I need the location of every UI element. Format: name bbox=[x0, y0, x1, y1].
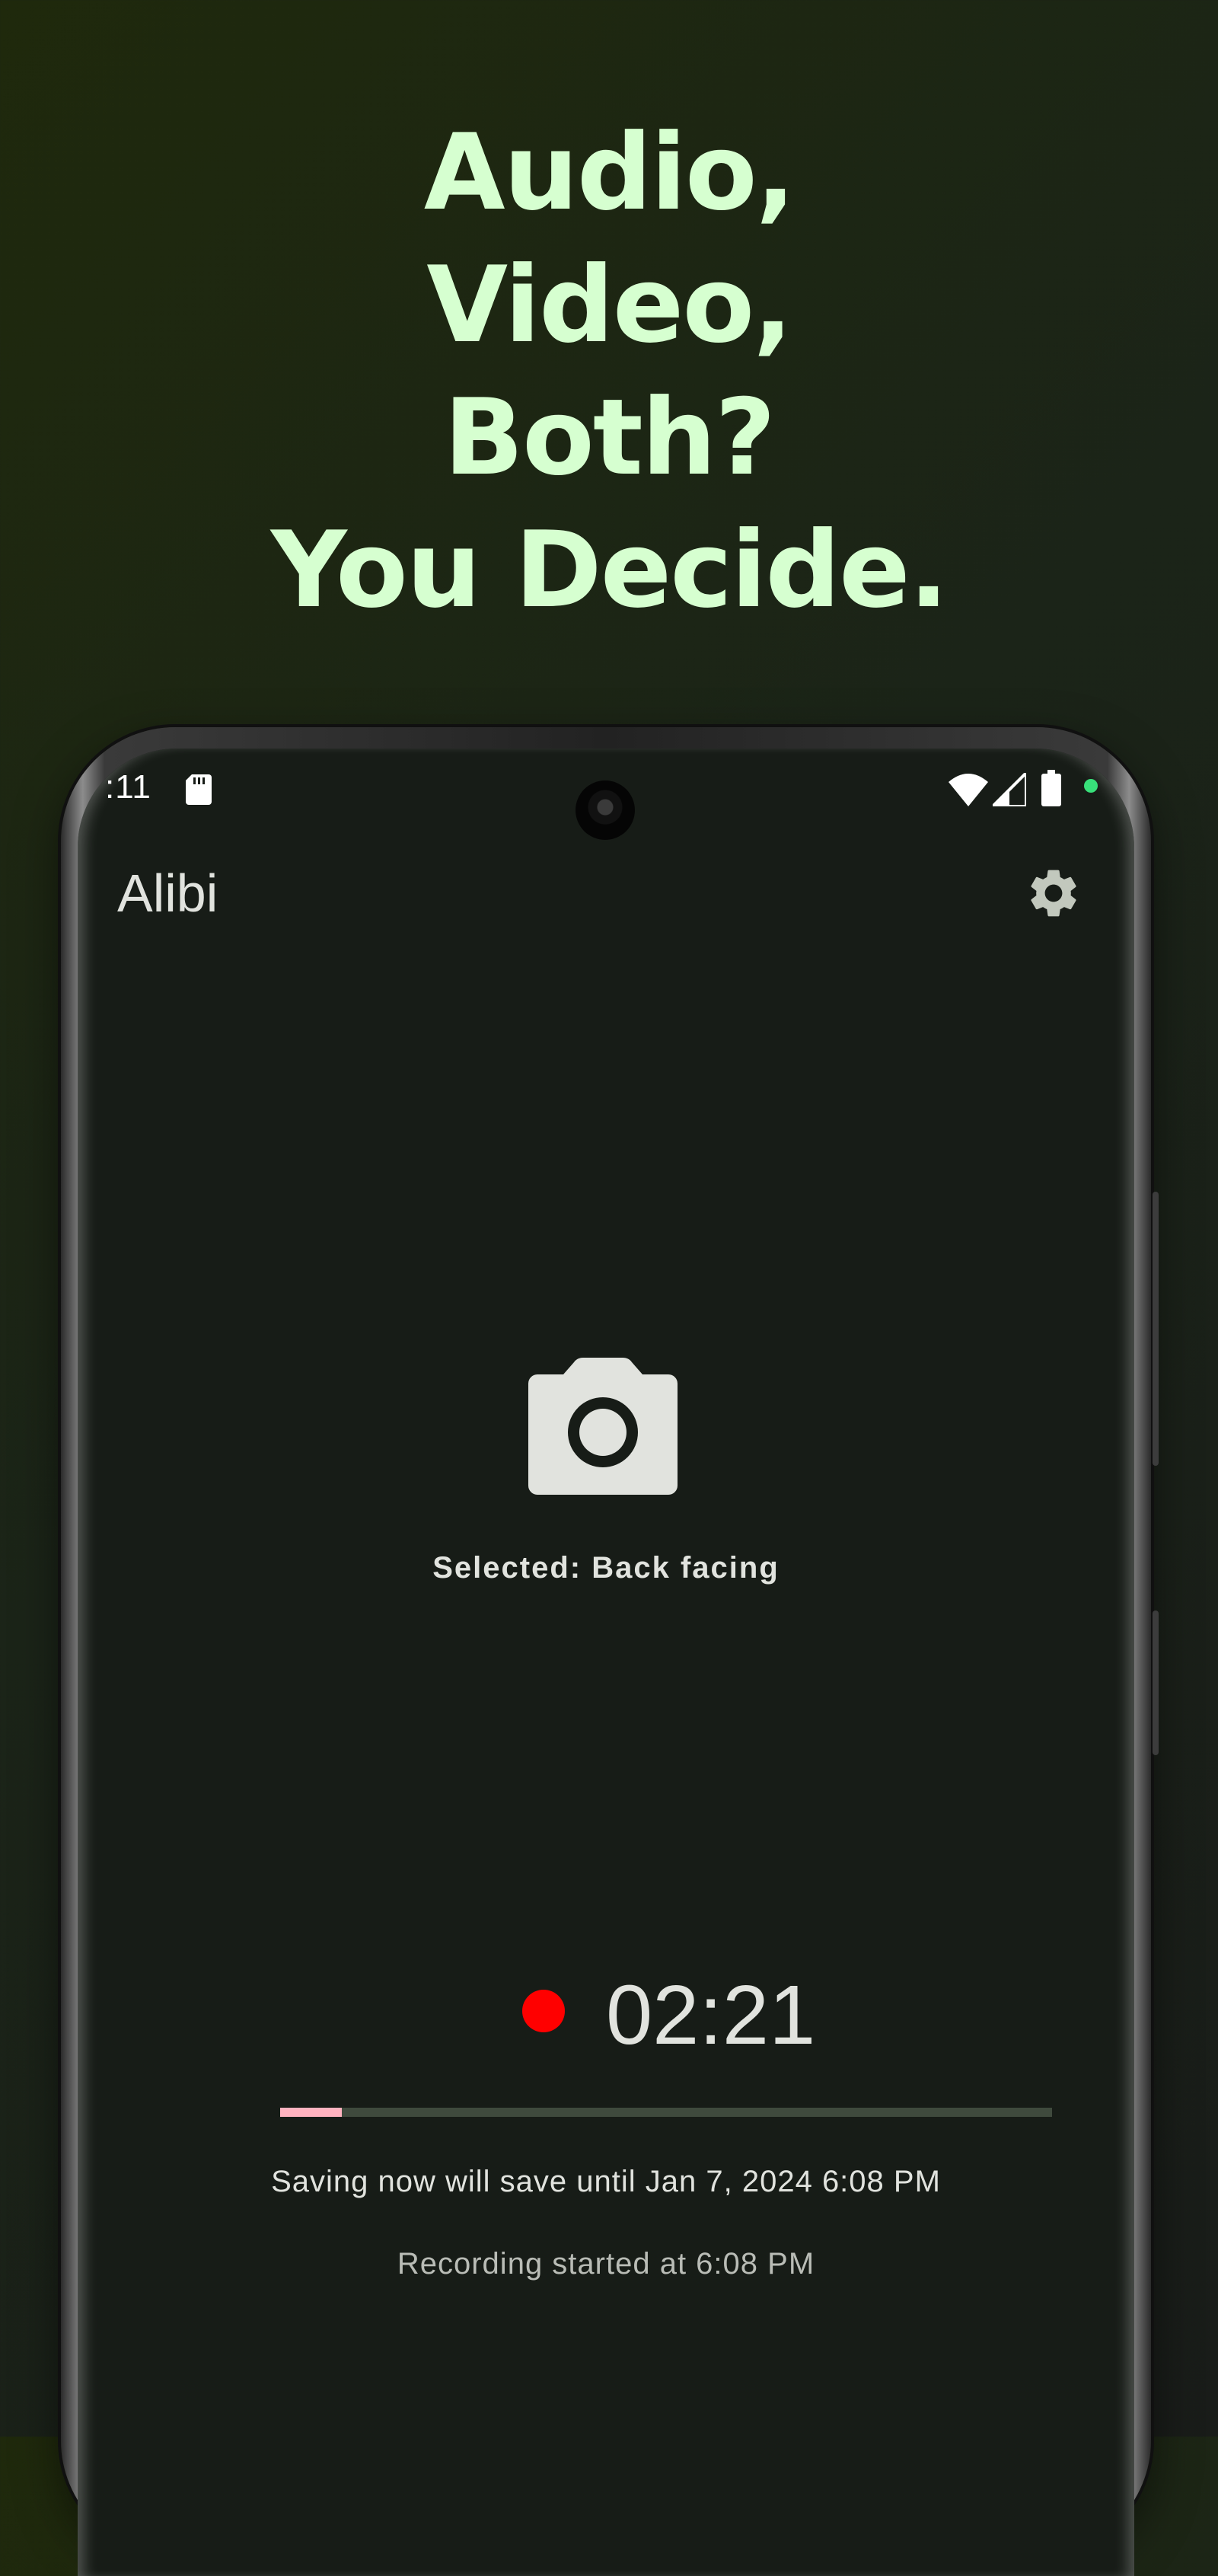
volume-button bbox=[1153, 1192, 1159, 1466]
privacy-indicator-dot bbox=[1084, 779, 1098, 793]
headline-line-3: Both? bbox=[443, 376, 776, 499]
phone-frame: :11 Alibi Selected: Back facing 02:21 Sa… bbox=[61, 727, 1159, 2576]
status-time: :11 bbox=[105, 768, 151, 806]
recording-started-text: Recording started at 6:08 PM bbox=[397, 2247, 815, 2281]
battery-icon bbox=[1041, 770, 1061, 806]
save-until-text: Saving now will save until Jan 7, 2024 6… bbox=[271, 2165, 941, 2198]
recording-timer: 02:21 bbox=[606, 1968, 816, 2062]
recording-progress-fill bbox=[280, 2108, 343, 2117]
status-bar: :11 bbox=[78, 749, 1134, 840]
app-screen: :11 Alibi Selected: Back facing 02:21 Sa… bbox=[78, 749, 1134, 2576]
front-camera-hole bbox=[576, 780, 635, 840]
promo-headline: Audio, Video, Both? You Decide. bbox=[0, 107, 1218, 637]
cellular-signal-icon bbox=[993, 773, 1026, 806]
wifi-icon bbox=[949, 774, 988, 806]
camera-icon[interactable] bbox=[528, 1358, 678, 1495]
headline-line-4: You Decide. bbox=[270, 509, 949, 631]
headline-line-1: Audio, bbox=[423, 111, 796, 234]
headline-line-2: Video, bbox=[426, 244, 792, 366]
recording-indicator-dot bbox=[522, 1990, 565, 2032]
sd-card-icon bbox=[186, 774, 212, 805]
recording-progress-bar bbox=[280, 2108, 1052, 2117]
power-button bbox=[1153, 1610, 1159, 1755]
selected-camera-label: Selected: Back facing bbox=[432, 1551, 780, 1585]
gear-icon[interactable] bbox=[1025, 864, 1082, 922]
app-title: Alibi bbox=[117, 863, 218, 923]
